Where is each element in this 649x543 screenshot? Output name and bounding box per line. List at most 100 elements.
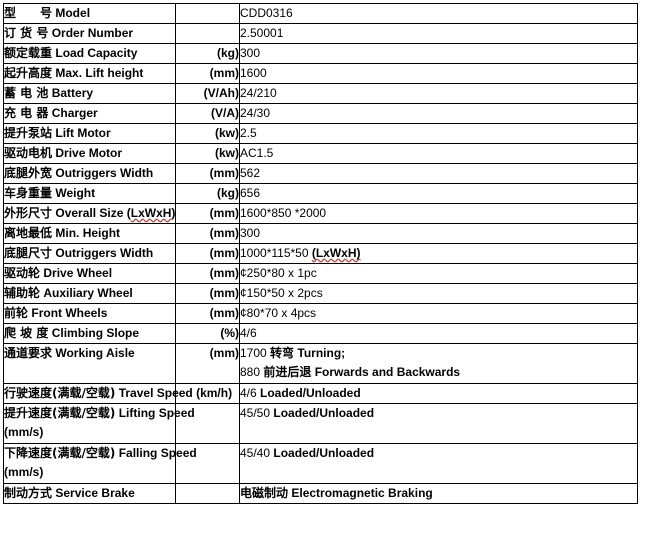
row-value-cell: 1600 <box>239 63 638 84</box>
row-label-line2: (mm/s) <box>4 465 44 479</box>
row-label-cell: 车身重量 Weight <box>3 183 176 204</box>
row-value-number: 2.5 <box>240 126 257 140</box>
row-label-cell: 起升高度 Max. Lift height <box>3 63 176 84</box>
table-row: 车身重量 Weight (kg) 656 <box>3 183 638 204</box>
row-unit-cell: (mm) <box>175 223 240 244</box>
row-label-cell: 辅助轮 Auxiliary Wheel <box>3 283 176 304</box>
row-value-line: ¢80*70 x 4pcs <box>240 304 637 323</box>
row-label-en: Load Capacity <box>55 46 138 60</box>
row-label-cell: 充 电 器 Charger <box>3 103 176 124</box>
row-label-cjk: 行驶速度(满载/空载) <box>4 386 116 400</box>
row-value-line: 1000*115*50 (LxWxH) <box>240 244 637 263</box>
row-label-cjk: 起升高度 <box>4 66 53 80</box>
row-unit-cell: (kw) <box>175 143 240 164</box>
table-row: 型 号 Model CDD0316 <box>3 3 638 24</box>
row-label-cell: 通道要求 Working Aisle <box>3 343 176 384</box>
row-value-cell: 4/6 Loaded/Unloaded <box>239 383 638 404</box>
row-unit-label: (mm) <box>209 266 239 280</box>
row-label-en: Weight <box>55 186 96 200</box>
row-unit-cell: (mm) <box>175 283 240 304</box>
row-value-text: Turning; <box>294 346 346 360</box>
row-label-cell: 提升速度(满载/空载) Lifting Speed (mm/s) <box>3 403 195 444</box>
row-label-cjk: 额定载重 <box>4 46 53 60</box>
row-value-number: 24/30 <box>240 106 271 120</box>
row-value-text: Electromagnetic Braking <box>288 486 433 500</box>
row-unit-label: (mm) <box>209 306 239 320</box>
row-value-number: 1600*850 *2000 <box>240 206 327 220</box>
row-label-cell: 爬 坡 度 Climbing Slope <box>3 323 176 344</box>
row-unit-cell: (mm) <box>175 163 240 184</box>
row-label-cjk: 型 号 <box>4 6 53 20</box>
row-label-en: Lifting Speed <box>118 406 195 420</box>
row-label-en: Battery <box>51 86 94 100</box>
row-label-en: Lift Motor <box>55 126 111 140</box>
row-label-en: Auxiliary Wheel <box>43 286 133 300</box>
row-label-cjk: 制动方式 <box>4 486 53 500</box>
row-label-cjk: 提升泵站 <box>4 126 53 140</box>
row-value-cell: 1700 转弯 Turning; 880 前进后退 Forwards and Ba… <box>239 343 638 384</box>
spellcheck-underlined-text: LxWxH <box>130 206 172 220</box>
row-value-number: 1700 <box>240 346 271 360</box>
row-value-cell: 24/210 <box>239 83 638 104</box>
row-label-en: Falling Speed <box>118 446 197 460</box>
row-label-cell: 订 货 号 Order Number <box>3 23 176 44</box>
table-row: 提升泵站 Lift Motor (kw) 2.5 <box>3 123 638 144</box>
row-unit-cell: (kw) <box>175 123 240 144</box>
row-label-cell: 底腿外宽 Outriggers Width <box>3 163 176 184</box>
row-value-number: 300 <box>240 46 261 60</box>
table-row: 起升高度 Max. Lift height (mm) 1600 <box>3 63 638 84</box>
row-unit-cell <box>175 23 240 44</box>
row-label-cell: 额定载重 Load Capacity <box>3 43 176 64</box>
row-unit-cell: (mm) <box>175 263 240 284</box>
row-value-line: 电磁制动 Electromagnetic Braking <box>240 484 637 503</box>
row-unit-cell <box>175 483 240 504</box>
row-value-cell: 562 <box>239 163 638 184</box>
row-unit-label: (mm) <box>209 246 239 260</box>
row-unit-label: (V/A) <box>211 106 239 120</box>
row-value-text: Loaded/Unloaded <box>273 406 375 420</box>
specification-table-body: 型 号 Model CDD0316 订 货 号 Order Number 2.5000… <box>3 3 638 504</box>
row-label-cjk: 辅助轮 <box>4 286 41 300</box>
row-value-number: 656 <box>240 186 261 200</box>
table-row: 驱动轮 Drive Wheel (mm) ¢250*80 x 1pc <box>3 263 638 284</box>
row-value-line: 1700 转弯 Turning; <box>240 344 637 363</box>
row-label-cjk: 订 货 号 <box>4 26 49 40</box>
table-row: 额定载重 Load Capacity (kg) 300 <box>3 43 638 64</box>
row-unit-cell: (mm) <box>175 303 240 324</box>
row-value-number: 880 <box>240 365 264 379</box>
row-value-cell: 电磁制动 Electromagnetic Braking <box>239 483 638 504</box>
row-label-en: Climbing Slope <box>51 326 140 340</box>
table-row: 爬 坡 度 Climbing Slope (%) 4/6 <box>3 323 638 344</box>
row-value-line: AC1.5 <box>240 144 637 163</box>
row-value-cell: ¢80*70 x 4pcs <box>239 303 638 324</box>
row-value-line: 45/40 Loaded/Unloaded <box>240 444 637 463</box>
row-unit-cell: (kg) <box>175 183 240 204</box>
row-unit-label: (mm) <box>209 166 239 180</box>
specification-table: 型 号 Model CDD0316 订 货 号 Order Number 2.5000… <box>3 3 638 504</box>
row-value-cell: 656 <box>239 183 638 204</box>
row-value-line: 45/50 Loaded/Unloaded <box>240 404 637 423</box>
row-label-en: Drive Wheel <box>43 266 113 280</box>
row-label-en: Travel Speed (km/h) <box>118 386 233 400</box>
row-unit-cell: (mm) <box>175 343 240 384</box>
spellcheck-underlined-text: (LxWxH) <box>311 246 361 260</box>
row-value-line: CDD0316 <box>240 4 637 23</box>
row-unit-label: (kw) <box>215 126 239 140</box>
row-label-cell: 离地最低 Min. Height <box>3 223 176 244</box>
row-value-cell: CDD0316 <box>239 3 638 24</box>
row-value-line: 300 <box>240 224 637 243</box>
row-label-line2: (mm/s) <box>4 425 44 439</box>
row-value-number: 45/50 <box>240 406 274 420</box>
row-label-cjk: 车身重量 <box>4 186 53 200</box>
table-row: 底腿尺寸 Outriggers Width (mm) 1000*115*50 (Lx… <box>3 243 638 264</box>
row-value-line: 300 <box>240 44 637 63</box>
row-value-number: 4/6 <box>240 326 257 340</box>
row-unit-label: (kg) <box>217 186 239 200</box>
row-unit-label: (mm) <box>209 286 239 300</box>
row-label-en: Service Brake <box>55 486 135 500</box>
row-unit-label: (V/Ah) <box>203 86 239 100</box>
row-value-number: AC1.5 <box>240 146 274 160</box>
row-value-number: 1600 <box>240 66 267 80</box>
row-value-line: ¢150*50 x 2pcs <box>240 284 637 303</box>
row-value-cjk: 转弯 <box>270 346 295 360</box>
